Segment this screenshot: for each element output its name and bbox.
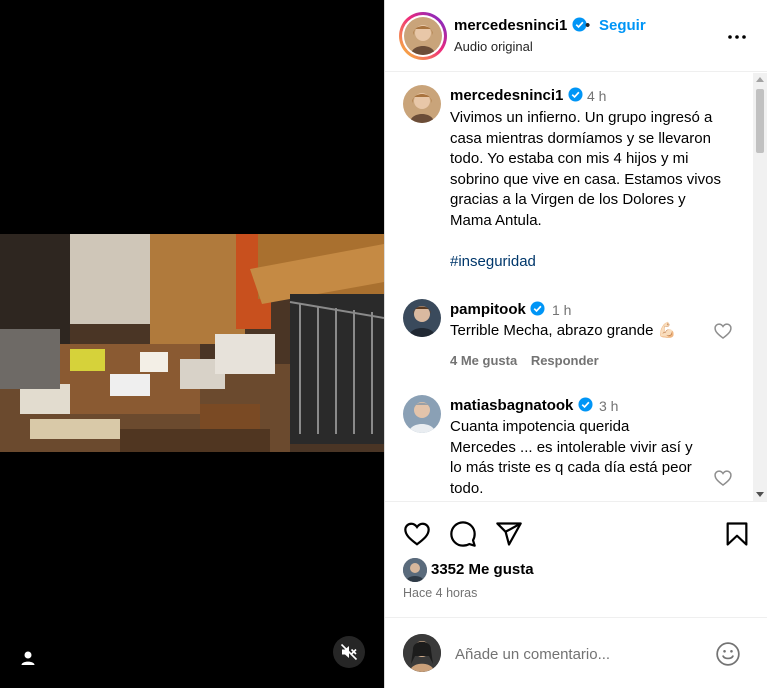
comment-text: Terrible Mecha, abrazo grande 💪🏻	[450, 322, 677, 339]
hashtag-link[interactable]: #inseguridad	[450, 252, 721, 273]
caption-time[interactable]: 4 h	[587, 88, 606, 104]
comment-avatar-matiasbagnatook[interactable]	[403, 395, 441, 433]
video-player[interactable]	[0, 0, 384, 688]
verified-badge-icon	[568, 87, 583, 102]
author-username[interactable]: mercedesninci1	[454, 17, 587, 34]
likes-count[interactable]: 3352 Me gusta	[431, 561, 534, 578]
verified-badge-icon	[578, 397, 593, 412]
caption-avatar[interactable]	[403, 85, 441, 123]
comment-button[interactable]	[449, 520, 477, 548]
post-actions: 3352 Me gusta Hace 4 horas	[385, 501, 767, 617]
caption-username[interactable]: mercedesninci1	[450, 87, 583, 104]
comment-time[interactable]: 1 h	[552, 302, 571, 318]
separator-dot: •	[585, 17, 591, 34]
comment-input[interactable]	[455, 642, 705, 666]
current-user-avatar	[403, 634, 441, 672]
author-avatar[interactable]	[399, 12, 447, 60]
liker-avatar[interactable]	[403, 558, 427, 582]
bookmark-icon	[726, 522, 748, 546]
post-header: mercedesninci1 • Seguir Audio original	[385, 0, 767, 72]
video-still-image	[0, 234, 384, 452]
user-tag-icon[interactable]	[18, 648, 38, 668]
reply-button[interactable]: Responder	[531, 353, 599, 368]
comments-scrollbar[interactable]	[753, 73, 767, 501]
scrollbar-thumb[interactable]	[756, 89, 764, 153]
follow-button[interactable]: Seguir	[599, 17, 646, 34]
more-options-icon[interactable]	[725, 25, 749, 49]
comment-like-heart-icon[interactable]	[713, 321, 733, 341]
mute-button[interactable]	[333, 636, 365, 668]
comment-avatar-pampitook[interactable]	[403, 299, 441, 337]
comment-text: Cuanta impotencia querida Mercedes ... e…	[450, 418, 693, 497]
comment-meta: 4 Me gusta Responder	[450, 353, 599, 368]
scroll-up-arrow-icon[interactable]	[756, 77, 764, 82]
comment-likes-count[interactable]: 4 Me gusta	[450, 353, 517, 368]
comment-like-heart-icon[interactable]	[713, 468, 733, 488]
comment-time[interactable]: 3 h	[599, 398, 618, 414]
comment-username[interactable]: matiasbagnatook	[450, 397, 593, 414]
like-button[interactable]	[403, 520, 431, 548]
caption-text: Vivimos un infierno. Un grupo ingresó a …	[450, 108, 721, 273]
scroll-down-arrow-icon[interactable]	[756, 492, 764, 497]
audio-label[interactable]: Audio original	[454, 39, 533, 54]
post-time[interactable]: Hace 4 horas	[403, 586, 477, 600]
comment-composer	[385, 617, 767, 688]
share-button[interactable]	[495, 520, 523, 548]
comments-list[interactable]: mercedesninci1 4 h Vivimos un infierno. …	[385, 73, 767, 501]
video-frame[interactable]	[0, 234, 384, 452]
save-button[interactable]	[723, 520, 751, 548]
comment-bubble-icon	[450, 521, 476, 547]
post-panel: mercedesninci1 • Seguir Audio original m…	[384, 0, 767, 688]
comment-username[interactable]: pampitook	[450, 301, 545, 318]
emoji-smile-icon[interactable]	[715, 641, 741, 667]
paper-plane-icon	[496, 522, 522, 546]
volume-muted-icon	[340, 643, 358, 661]
verified-badge-icon	[530, 301, 545, 316]
heart-icon	[404, 522, 430, 546]
